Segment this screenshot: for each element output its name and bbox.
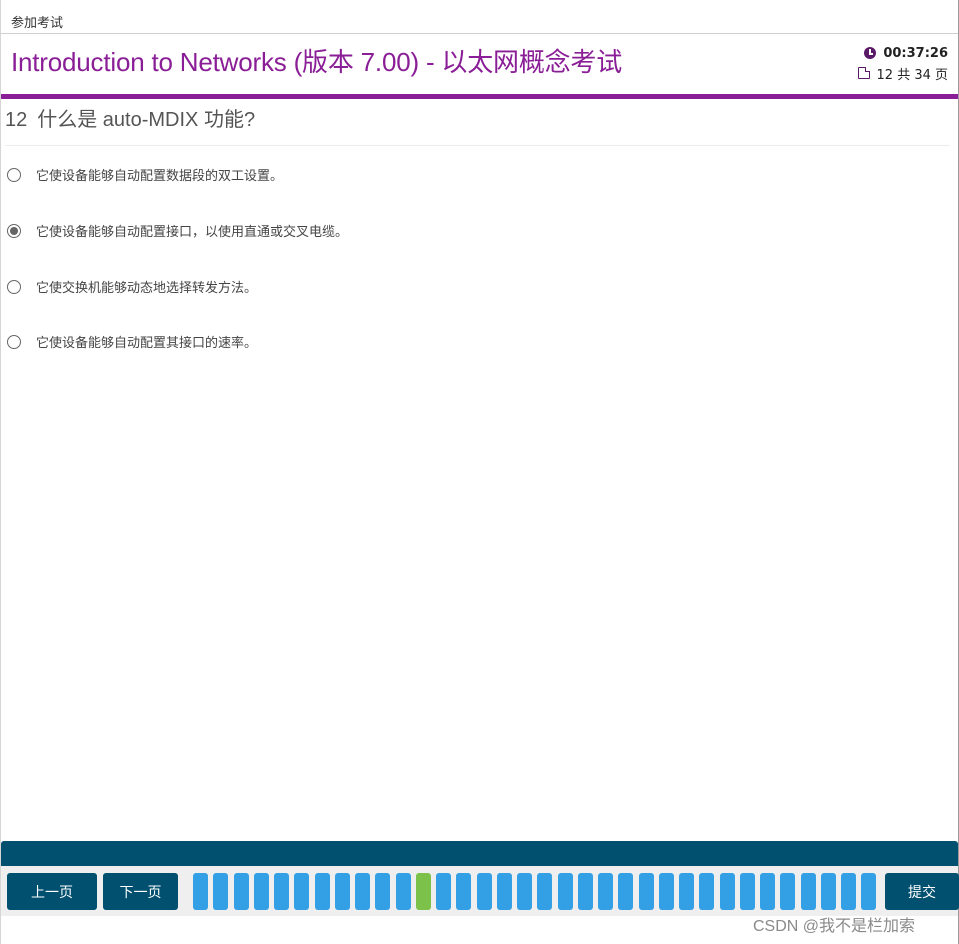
page-button[interactable] (294, 873, 310, 910)
exam-window: 参加考试 Introduction to Networks (版本 7.00) … (0, 0, 959, 944)
answer-option-label: 它使设备能够自动配置数据段的双工设置。 (36, 169, 284, 184)
page-button[interactable] (658, 873, 674, 910)
page-button[interactable] (537, 873, 553, 910)
radio-button[interactable] (7, 167, 21, 182)
page-button[interactable] (780, 873, 796, 910)
answer-option[interactable]: 它使设备能够自动配置其接口的速率。 (7, 332, 257, 351)
page-button[interactable] (719, 873, 735, 910)
page-button[interactable] (456, 873, 472, 910)
page-button[interactable] (760, 873, 775, 910)
page-button[interactable] (517, 873, 532, 910)
question-number: 12 (5, 109, 28, 131)
next-page-button[interactable]: 下一页 (103, 873, 178, 910)
page-button[interactable] (193, 873, 208, 910)
radio-button[interactable] (7, 279, 21, 294)
page-button[interactable] (395, 873, 411, 910)
timer-value: 00:37:26 (883, 45, 948, 61)
page-info: 12 共 34 页 (876, 67, 948, 83)
radio-button-selected[interactable] (7, 223, 21, 238)
page-button[interactable] (334, 873, 350, 910)
page-button[interactable] (274, 873, 289, 910)
timer-row: 00:37:26 (838, 43, 948, 63)
page-button[interactable] (577, 873, 593, 910)
exam-meta: 00:37:26 12 共 34 页 (838, 43, 948, 83)
answer-option[interactable]: 它使设备能够自动配置数据段的双工设置。 (7, 165, 283, 184)
question-text: 什么是 auto-MDIX 功能? (37, 109, 256, 131)
page-button[interactable] (253, 873, 269, 910)
answer-option[interactable]: 它使设备能够自动配置接口，以使用直通或交叉电缆。 (7, 221, 348, 240)
prev-page-button[interactable]: 上一页 (7, 873, 97, 910)
watermark: CSDN @我不是栏加索 (753, 918, 916, 935)
page-button[interactable] (557, 873, 573, 910)
page-icon (857, 67, 870, 79)
page-button[interactable] (436, 873, 451, 910)
page-button[interactable] (739, 873, 755, 910)
page-button[interactable] (314, 873, 330, 910)
page-button[interactable] (496, 873, 512, 910)
answer-option[interactable]: 它使交换机能够动态地选择转发方法。 (7, 277, 257, 296)
navigation-bar (1, 841, 958, 866)
page-button[interactable] (699, 873, 715, 910)
page-info-row: 12 共 34 页 (838, 63, 948, 83)
window-title: 参加考试 (11, 16, 64, 31)
page-button[interactable] (476, 873, 492, 910)
page-button[interactable] (841, 873, 856, 910)
question-heading: 12 什么是 auto-MDIX 功能? (5, 103, 255, 132)
page-button[interactable] (638, 873, 654, 910)
question-divider (5, 145, 950, 146)
page-button[interactable] (820, 873, 836, 910)
page-button[interactable] (213, 873, 229, 910)
page-button[interactable] (598, 873, 613, 910)
answer-option-label: 它使设备能够自动配置接口，以使用直通或交叉电缆。 (36, 225, 349, 240)
answer-option-label: 它使交换机能够动态地选择转发方法。 (36, 281, 258, 296)
header-accent-bar (1, 94, 958, 99)
page-button-current[interactable] (415, 873, 431, 910)
radio-button[interactable] (7, 334, 21, 349)
page-button[interactable] (861, 873, 877, 910)
page-button[interactable] (679, 873, 694, 910)
title-divider (1, 33, 958, 34)
answer-option-label: 它使设备能够自动配置其接口的速率。 (36, 336, 258, 351)
page-button[interactable] (618, 873, 634, 910)
page-button[interactable] (800, 873, 816, 910)
submit-button[interactable]: 提交 (885, 873, 959, 910)
clock-icon (864, 47, 877, 59)
page-button[interactable] (233, 873, 249, 910)
exam-title: Introduction to Networks (版本 7.00) - 以太网… (11, 47, 623, 77)
page-button[interactable] (355, 873, 370, 910)
page-button[interactable] (375, 873, 391, 910)
question-pager (193, 873, 882, 910)
